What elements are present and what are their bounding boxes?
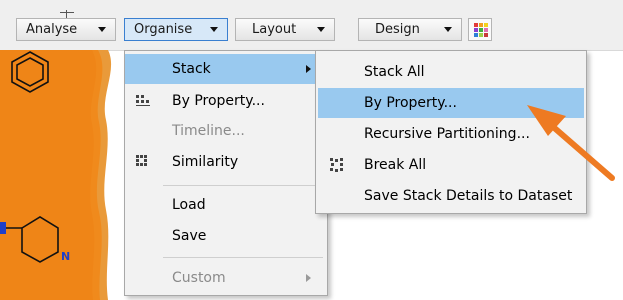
menu-item-by-property[interactable]: By Property...: [125, 86, 327, 116]
chevron-down-icon: [317, 27, 325, 32]
submenu-item-save-stack-details[interactable]: Save Stack Details to Dataset: [316, 181, 586, 211]
stack-submenu: Stack All By Property... Recursive Parti…: [315, 50, 587, 214]
menu-item-label: Break All: [364, 157, 427, 173]
menu-item-similarity[interactable]: Similarity: [125, 147, 327, 177]
design-button-label: Design: [375, 22, 420, 37]
layout-button-label: Layout: [252, 22, 297, 37]
analyse-dropdown-button[interactable]: Analyse: [16, 18, 116, 41]
organise-dropdown-button[interactable]: Organise: [124, 18, 228, 41]
color-palette-button[interactable]: [468, 18, 492, 41]
submenu-item-break-all[interactable]: Break All: [316, 150, 586, 180]
organise-menu: Stack By Property... Timeline... Similar…: [124, 50, 328, 296]
menu-item-timeline[interactable]: Timeline...: [125, 116, 327, 146]
menu-item-label: Load: [172, 197, 206, 213]
color-palette-icon: [474, 23, 488, 37]
menu-item-save[interactable]: Save: [125, 221, 327, 251]
chevron-down-icon: [444, 27, 452, 32]
submenu-arrow-icon: [306, 274, 311, 282]
menu-item-label: Similarity: [172, 154, 239, 170]
design-dropdown-button[interactable]: Design: [358, 18, 462, 41]
menu-item-custom[interactable]: Custom: [125, 263, 327, 293]
menu-item-label: Save: [172, 228, 207, 244]
analyse-button-label: Analyse: [26, 22, 78, 37]
menu-item-label: Stack: [172, 61, 211, 77]
menu-item-label: Custom: [172, 270, 226, 286]
menu-item-label: Timeline...: [172, 123, 245, 139]
nitrogen-atom-label: N: [61, 250, 71, 263]
menu-item-label: Stack All: [364, 64, 425, 80]
menu-item-stack[interactable]: Stack: [125, 54, 327, 84]
by-property-icon: [136, 95, 150, 106]
break-all-icon: [330, 158, 343, 172]
menu-item-label: Save Stack Details to Dataset: [364, 188, 573, 204]
submenu-item-by-property[interactable]: By Property...: [318, 88, 584, 118]
similarity-icon: [136, 155, 147, 166]
menu-item-label: By Property...: [364, 95, 457, 111]
menu-separator: [163, 257, 323, 258]
submenu-item-recursive-partitioning[interactable]: Recursive Partitioning...: [316, 119, 586, 149]
submenu-item-stack-all[interactable]: Stack All: [316, 57, 586, 87]
menu-item-label: Recursive Partitioning...: [364, 126, 530, 142]
chevron-down-icon: [210, 27, 218, 32]
toolbar: Analyse Organise Layout Design: [0, 0, 623, 51]
menu-item-load[interactable]: Load: [125, 190, 327, 220]
menu-item-label: By Property...: [172, 93, 265, 109]
organise-button-label: Organise: [134, 22, 193, 37]
layout-dropdown-button[interactable]: Layout: [235, 18, 335, 41]
molecule-card-stack[interactable]: N: [0, 50, 124, 300]
submenu-arrow-icon: [306, 65, 311, 73]
chevron-down-icon: [98, 27, 106, 32]
menu-separator: [163, 185, 323, 186]
